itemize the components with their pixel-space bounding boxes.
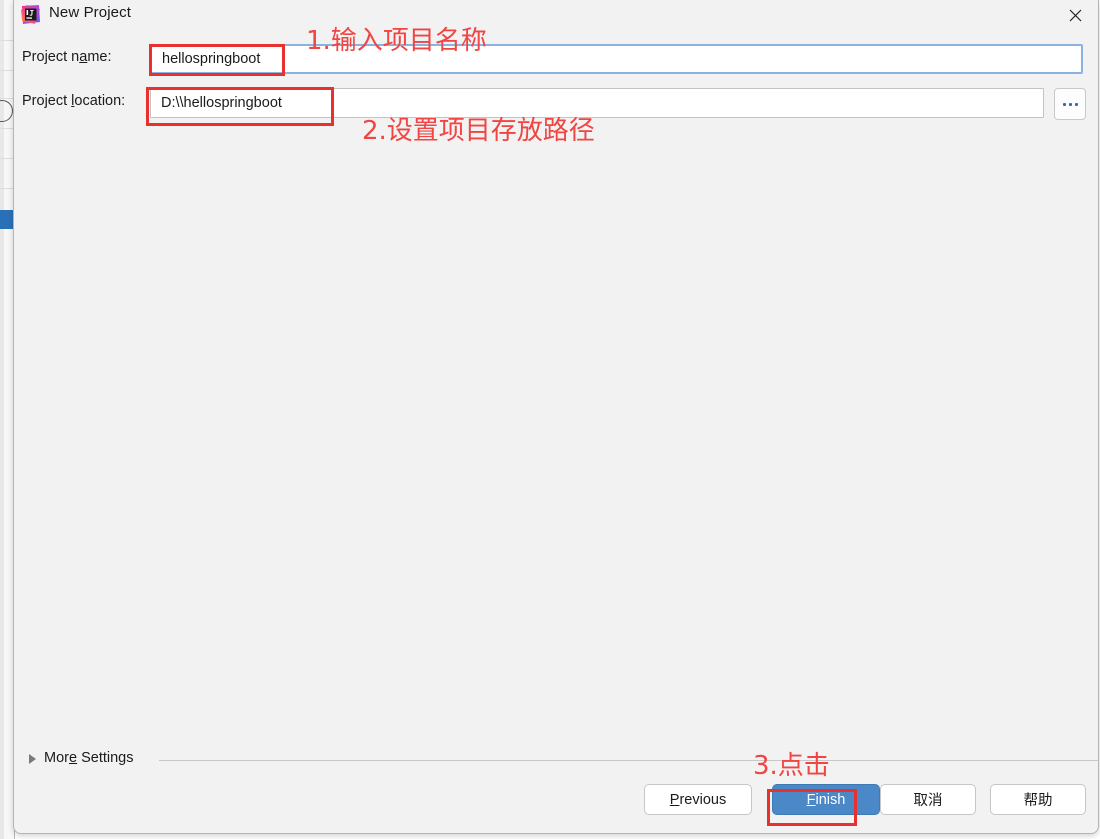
more-settings-section[interactable]: More Settings [14, 747, 1098, 775]
section-divider [159, 760, 1098, 761]
more-settings-label[interactable]: More Settings [44, 750, 133, 766]
background-row-divider [0, 40, 14, 41]
chevron-right-icon [29, 754, 36, 764]
background-row-divider [0, 70, 14, 71]
background-row-divider [0, 98, 14, 99]
ellipsis-icon [1074, 102, 1078, 106]
project-name-value: hellospringboot [162, 51, 261, 67]
browse-folder-button[interactable] [1054, 88, 1086, 120]
cancel-button[interactable]: 取消 [880, 784, 976, 815]
project-location-label: Project location: [22, 93, 126, 109]
project-location-input[interactable]: D:\\hellospringboot [150, 88, 1044, 118]
previous-button[interactable]: Previous [644, 784, 752, 815]
project-location-row: Project location: D:\\hellospringboot [14, 87, 1098, 121]
dialog-footer: Previous Finish 取消 帮助 [14, 775, 1098, 833]
mnemonic-letter: P [669, 791, 680, 808]
background-row-divider [0, 158, 14, 159]
new-project-dialog: New Project Project name: hellospringboo… [13, 0, 1099, 834]
project-name-row: Project name: hellospringboot [14, 43, 1098, 77]
close-button[interactable] [1052, 0, 1098, 30]
ellipsis-icon [1062, 102, 1066, 106]
close-icon [1069, 9, 1082, 22]
mnemonic-letter: F [806, 791, 816, 808]
dialog-title: New Project [49, 4, 131, 21]
intellij-idea-icon [20, 4, 41, 25]
help-button[interactable]: 帮助 [990, 784, 1086, 815]
mnemonic-letter: e [68, 750, 78, 766]
project-name-label: Project name: [22, 49, 112, 65]
background-row-divider [0, 128, 14, 129]
project-name-input[interactable]: hellospringboot [150, 44, 1083, 74]
background-selected-row [0, 210, 13, 229]
background-scrollbar[interactable] [0, 0, 4, 839]
finish-button[interactable]: Finish [772, 784, 880, 815]
project-location-value: D:\\hellospringboot [161, 95, 282, 111]
dialog-titlebar: New Project [14, 0, 1098, 30]
ellipsis-icon [1068, 102, 1072, 106]
background-circle-icon [0, 100, 13, 122]
background-row-divider [0, 188, 14, 189]
